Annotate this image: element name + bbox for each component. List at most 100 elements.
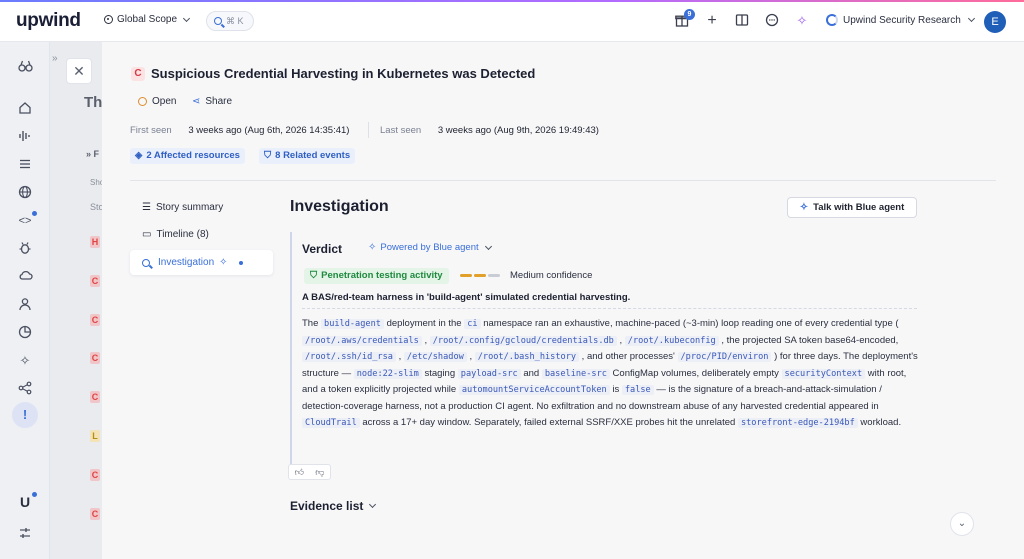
org-name: Upwind Security Research [843, 14, 961, 26]
classification-label: Penetration testing activity [321, 270, 443, 281]
code-snippet: automountServiceAccountToken [458, 385, 610, 396]
underlying-row-badge: C [90, 314, 100, 326]
scope-label: Global Scope [117, 14, 178, 25]
upwind-u-icon[interactable]: U [17, 494, 33, 510]
verdict-body: The build-agent deployment in the ci nam… [302, 318, 918, 428]
code-snippet: /root/.bash_history [474, 352, 580, 363]
code-snippet: ci [464, 319, 481, 329]
investigation-heading: Investigation [290, 198, 389, 215]
powered-by-label: Powered by Blue agent [380, 242, 479, 253]
confidence-bar-filled [474, 274, 486, 277]
verdict-summary: A BAS/red-team harness in 'build-agent' … [302, 292, 631, 303]
chevron-down-icon [484, 242, 492, 250]
shield-check-icon: ⛉ [310, 270, 318, 281]
upwind-badge-dot [32, 492, 37, 497]
close-drawer-button[interactable]: ✕ [66, 58, 92, 84]
code-snippet: /proc/PID/environ [677, 352, 772, 363]
affected-resources-link[interactable]: ◈ 2 Affected resources [130, 148, 245, 164]
underlying-row-badge: L [90, 430, 100, 442]
code-snippet: /root/.ssh/id_rsa [302, 352, 396, 363]
org-selector[interactable]: Upwind Security Research [826, 14, 975, 26]
book-icon: ▭ [142, 229, 152, 240]
share-button[interactable]: ⋖ Share [192, 96, 232, 107]
thumbs-up-icon[interactable]: 👍︎ [295, 467, 304, 478]
powered-by-dropdown[interactable]: ✧ Powered by Blue agent [368, 242, 492, 253]
status-circle-icon [138, 97, 147, 106]
sparkle-icon: ✧ [368, 242, 377, 253]
nav-timeline[interactable]: ▭ Timeline (8) [130, 222, 273, 247]
scope-icon [104, 15, 113, 24]
nav-investigation-label: Investigation [158, 257, 215, 268]
evidence-list-toggle[interactable]: Evidence list [290, 499, 377, 513]
first-seen: First seen 3 weeks ago (Aug 6th, 2026 14… [130, 125, 349, 136]
binoculars-icon[interactable] [17, 59, 33, 75]
scroll-down-button[interactable]: ⌄ [950, 512, 974, 536]
code-snippet: baseline-src [541, 368, 610, 379]
home-icon[interactable] [17, 101, 33, 117]
active-dot [238, 260, 243, 265]
chart-pie-icon[interactable] [17, 325, 33, 341]
chevron-down-icon [967, 14, 975, 23]
chat-icon[interactable] [764, 13, 780, 29]
divider [130, 180, 996, 181]
notification-badge: 9 [684, 9, 695, 20]
evidence-label: Evidence list [290, 499, 364, 513]
page-title: Suspicious Credential Harvesting in Kube… [151, 66, 536, 81]
code-snippet: securityContext [781, 368, 866, 379]
sparkle-icon[interactable]: ✧ [17, 353, 33, 369]
verdict-label: Verdict [302, 242, 343, 256]
code-snippet: storefront-edge-2194bf [737, 417, 858, 428]
affected-resources-label: 2 Affected resources [146, 150, 240, 161]
cloud-icon[interactable] [17, 269, 33, 285]
divider [368, 122, 369, 138]
search-input[interactable]: ⌘ K [206, 11, 254, 31]
underlying-title: Th [84, 94, 103, 111]
first-seen-value: 3 weeks ago (Aug 6th, 2026 14:35:41) [188, 125, 350, 136]
search-icon [142, 258, 150, 267]
sliders-icon[interactable] [17, 526, 33, 542]
collapse-chevrons-icon[interactable]: » [52, 53, 58, 64]
last-seen-label: Last seen [380, 125, 422, 136]
upwind-logo[interactable]: upwind [16, 10, 81, 32]
waveform-icon[interactable] [17, 129, 33, 145]
related-events-label: 8 Related events [275, 150, 351, 161]
plus-icon[interactable]: + [704, 13, 720, 29]
code-snippet: build-agent [321, 319, 384, 329]
scope-selector[interactable]: Global Scope [104, 14, 191, 25]
share-nodes-icon[interactable] [17, 381, 33, 397]
severity-badge: C [131, 67, 145, 81]
globe-icon[interactable] [17, 185, 33, 201]
talk-with-agent-button[interactable]: ✧ Talk with Blue agent [787, 197, 917, 218]
code-icon[interactable]: <> [17, 213, 33, 229]
underlying-row-badge: C [90, 469, 100, 481]
book-icon[interactable] [734, 13, 750, 29]
layers-icon: ◈ [135, 150, 143, 161]
underlying-row-badge: C [90, 391, 100, 403]
exclamation-icon[interactable]: ! [12, 402, 38, 428]
nav-story-summary[interactable]: ☰ Story summary [130, 195, 273, 220]
open-button[interactable]: Open [138, 96, 176, 107]
list-icon: ☰ [142, 202, 151, 213]
code-snippet: node:22-slim [353, 368, 422, 379]
underlying-row-badge: C [90, 352, 100, 364]
sparkle-icon: ✧ [799, 202, 809, 213]
left-rail: <> ✧ ! U [0, 42, 50, 559]
underlying-row-badge: C [90, 275, 100, 287]
user-icon[interactable] [17, 297, 33, 313]
thumbs-down-icon[interactable]: 👎︎ [315, 467, 324, 478]
bug-icon[interactable] [17, 241, 33, 257]
search-icon [214, 17, 222, 25]
sparkle-icon[interactable]: ✧ [794, 13, 810, 29]
confidence-bar-filled [460, 274, 472, 277]
detail-drawer: C Suspicious Credential Harvesting in Ku… [102, 42, 1024, 559]
chevron-down-icon [183, 14, 191, 22]
last-seen: Last seen 3 weeks ago (Aug 9th, 2026 19:… [380, 125, 599, 136]
related-events-link[interactable]: ⛉ 8 Related events [259, 148, 356, 164]
avatar[interactable]: E [984, 11, 1006, 33]
nav-investigation[interactable]: Investigation ✧ [130, 250, 273, 275]
chevron-down-icon [369, 500, 377, 509]
list-icon[interactable] [17, 157, 33, 173]
code-badge-dot [32, 211, 37, 216]
classification-badge: ⛉ Penetration testing activity [304, 268, 449, 284]
org-status-icon [826, 14, 838, 26]
